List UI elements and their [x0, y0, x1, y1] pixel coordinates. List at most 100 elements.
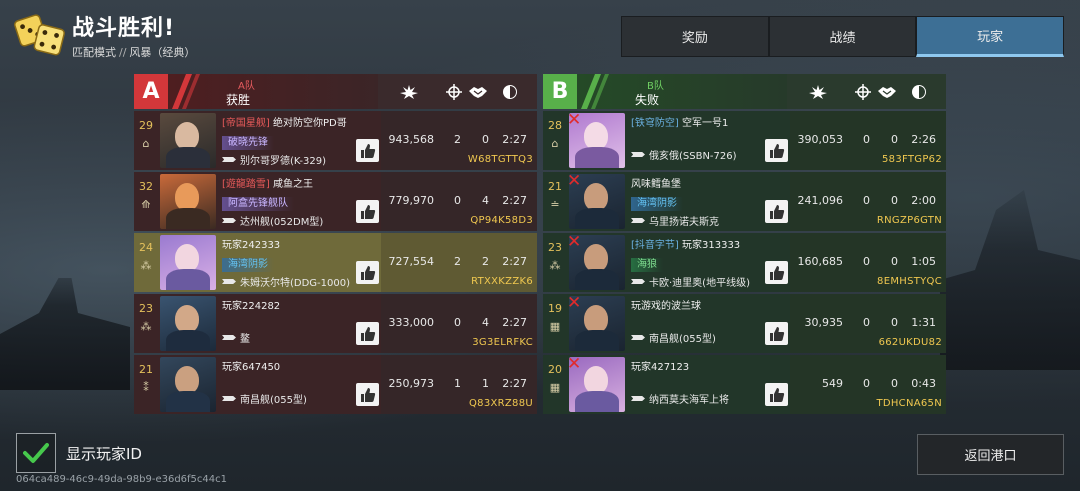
handshake-icon [468, 85, 488, 99]
thumbs-up-icon [360, 265, 375, 280]
like-button[interactable] [356, 383, 379, 406]
like-button[interactable] [356, 261, 379, 284]
rank-insignia-icon: ⁑ [143, 381, 149, 394]
avatar[interactable] [160, 113, 216, 168]
player-row[interactable]: 23 ⁂ 玩家224282 鳌 333,000 0 4 2:27 3G3ELRF… [134, 294, 537, 353]
player-row[interactable]: 21 ≐ ✕ 风味鳕鱼堡 海湾阴影 乌里扬诺夫斯克 241,096 0 0 2:… [543, 172, 946, 231]
player-kills: 0 [454, 316, 461, 329]
ship-class-icon [222, 279, 236, 284]
rank-column: 29 ⌂ [134, 111, 158, 170]
player-title-badge: 海湾阴影 [222, 258, 274, 272]
player-row[interactable]: 21 ⁑ 玩家647450 南昌舰(055型) 250,973 1 1 2:27… [134, 355, 537, 414]
player-name-line: 玩游戏的波兰球 [631, 300, 790, 313]
handshake-icon [877, 85, 897, 99]
thumbs-up-icon [360, 326, 375, 341]
like-button[interactable] [765, 139, 788, 162]
team-a-stat-headers [378, 74, 537, 109]
player-row[interactable]: 23 ⁂ ✕ [抖音字节] 玩家313333 海狼 卡欧·迪里奥(地平线级) 1… [543, 233, 946, 292]
match-mode: 匹配模式 [72, 46, 116, 59]
rank-insignia-icon: ≐ [550, 198, 560, 211]
like-button[interactable] [765, 200, 788, 223]
player-survival-time: 2:26 [911, 133, 936, 146]
player-name: 玩家427123 [631, 362, 690, 373]
ship-name: 达州舰(052DM型) [240, 217, 324, 228]
avatar[interactable] [160, 235, 216, 290]
player-row[interactable]: 32 ⟰ [遊龍踏雪] 咸鱼之王 阿盒先锋舰队 达州舰(052DM型) 779,… [134, 172, 537, 231]
tab-rewards[interactable]: 奖励 [621, 16, 769, 57]
page-title: 战斗胜利! [72, 16, 176, 41]
like-button[interactable] [765, 383, 788, 406]
guild-tag: [铁穹防空] [631, 118, 679, 129]
player-name-line: 玩家224282 [222, 300, 381, 313]
rank-column: 20 ▦ [543, 355, 567, 414]
player-row[interactable]: 19 ▦ ✕ 玩游戏的波兰球 南昌舰(055型) 30,935 0 0 1:31… [543, 294, 946, 353]
ship-name: 纳西莫夫海军上将 [649, 395, 729, 406]
player-info: [遊龍踏雪] 咸鱼之王 阿盒先锋舰队 达州舰(052DM型) [216, 172, 381, 231]
player-row[interactable]: 29 ⌂ [帝国星舰] 绝对防空你PD哥 破晓先锋 别尔哥罗德(K-329) 9… [134, 111, 537, 170]
like-button[interactable] [356, 139, 379, 162]
player-id: QP94K58D3 [470, 215, 533, 226]
crosshair-icon [446, 83, 462, 100]
tab-players[interactable]: 玩家 [916, 16, 1065, 57]
player-name: 玩家313333 [682, 240, 741, 251]
player-name-line: [遊龍踏雪] 咸鱼之王 [222, 178, 381, 191]
player-id: TDHCNA65N [876, 398, 942, 409]
player-row[interactable]: 20 ▦ ✕ 玩家427123 纳西莫夫海军上将 549 0 0 0:43 TD… [543, 355, 946, 414]
like-button[interactable] [356, 322, 379, 345]
player-kills: 0 [863, 255, 870, 268]
player-title-badge: 破晓先锋 [222, 136, 274, 150]
player-row[interactable]: 24 ⁂ 玩家242333 海湾阴影 朱姆沃尔特(DDG-1000) 727,5… [134, 233, 537, 292]
like-button[interactable] [356, 200, 379, 223]
player-stats: 30,935 0 0 1:31 662UKDU82 [790, 294, 946, 353]
player-kills: 1 [454, 377, 461, 390]
rank-insignia-icon: ⁂ [140, 259, 152, 272]
avatar-face [584, 183, 608, 211]
eliminated-x-icon: ✕ [569, 296, 582, 313]
player-assists: 0 [891, 255, 898, 268]
player-name: 空军一号1 [682, 118, 729, 129]
session-id: 064ca489-46c9-49da-98b9-e36d6f5c44c1 [16, 474, 228, 485]
avatar[interactable]: ✕ [569, 113, 625, 168]
match-mode-subtitle: 匹配模式//风暴（经典） [72, 44, 195, 60]
ship-class-icon [631, 279, 645, 284]
rank-column: 21 ≐ [543, 172, 567, 231]
avatar[interactable] [160, 174, 216, 229]
avatar[interactable]: ✕ [569, 357, 625, 412]
like-button[interactable] [765, 261, 788, 284]
team-b-stat-headers [787, 74, 946, 109]
avatar-face [175, 122, 199, 150]
player-id: 8EMHSTYQC [877, 276, 942, 287]
player-id: 583FTGP62 [882, 154, 942, 165]
player-rank: 32 [139, 180, 153, 193]
ship-class-icon [631, 335, 645, 340]
player-title-badge: 阿盒先锋舰队 [222, 197, 294, 211]
thumbs-up-icon [769, 143, 784, 158]
player-survival-time: 2:27 [502, 194, 527, 207]
like-button[interactable] [765, 322, 788, 345]
eliminated-x-icon: ✕ [569, 113, 582, 130]
subtitle-separator: // [119, 46, 127, 59]
player-stats: 241,096 0 0 2:00 RNGZP6GTN [790, 172, 946, 231]
return-to-port-button[interactable]: 返回港口 [917, 434, 1064, 475]
player-kills: 0 [454, 194, 461, 207]
avatar[interactable]: ✕ [569, 235, 625, 290]
tab-bar: 奖励 战绩 玩家 [621, 16, 1065, 57]
ship-name: 别尔哥罗德(K-329) [240, 156, 327, 167]
player-row[interactable]: 28 ⌂ ✕ [铁穹防空] 空军一号1 俄亥俄(SSBN-726) 390,05… [543, 111, 946, 170]
dice-icon [14, 11, 66, 59]
team-a-badge: A [134, 74, 168, 109]
show-id-checkbox[interactable] [16, 433, 56, 473]
show-player-id-toggle[interactable]: 显示玩家ID [16, 433, 142, 473]
player-kills: 0 [863, 194, 870, 207]
avatar[interactable]: ✕ [569, 174, 625, 229]
avatar[interactable] [160, 296, 216, 351]
avatar[interactable] [160, 357, 216, 412]
avatar-body [166, 269, 210, 290]
ship-class-icon [222, 396, 236, 401]
team-b-header: B B队 失败 [543, 74, 946, 109]
player-kills: 0 [863, 133, 870, 146]
avatar[interactable]: ✕ [569, 296, 625, 351]
tab-stats[interactable]: 战绩 [768, 16, 917, 57]
player-assists: 4 [482, 316, 489, 329]
player-name-line: [铁穹防空] 空军一号1 [631, 117, 790, 130]
